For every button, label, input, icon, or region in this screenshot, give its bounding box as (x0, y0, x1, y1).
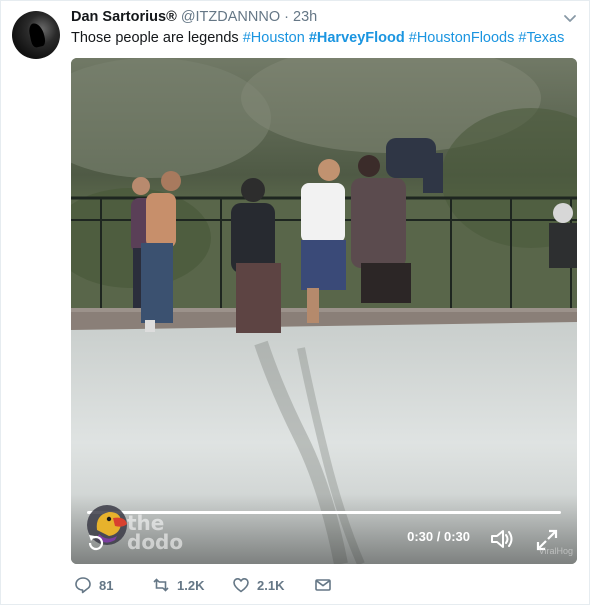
hashtag-harveyflood[interactable]: #HarveyFlood (309, 30, 405, 46)
video-controls: the dodo 0:30 / 0:30 ViralHog (71, 494, 577, 564)
retweet-action[interactable]: 1.2K (152, 576, 204, 594)
dm-action[interactable] (314, 576, 332, 594)
avatar[interactable] (12, 11, 60, 59)
tweet-time[interactable]: 23h (293, 9, 317, 25)
tweet-header: Dan Sartorius® @ITZDANNNO · 23h (71, 9, 317, 25)
tweet-text: Those people are legends #Houston #Harve… (71, 30, 564, 46)
separator-dot: · (284, 9, 289, 25)
tweet-actions: 81 1.2K 2.1K (74, 576, 334, 598)
volume-icon[interactable] (489, 526, 515, 552)
chevron-down-icon[interactable] (562, 12, 578, 26)
envelope-icon (315, 579, 331, 591)
hashtag-houston[interactable]: #Houston (243, 30, 305, 46)
like-count: 2.1K (257, 577, 285, 593)
video-player[interactable]: the dodo 0:30 / 0:30 ViralHog (71, 58, 577, 564)
reply-action[interactable]: 81 (74, 576, 113, 594)
replay-icon[interactable] (85, 532, 107, 554)
display-name[interactable]: Dan Sartorius® (71, 9, 177, 25)
user-handle[interactable]: @ITZDANNNO (181, 9, 280, 25)
person (549, 203, 577, 268)
retweet-icon (153, 578, 169, 592)
video-frame (71, 58, 577, 564)
heart-icon (233, 578, 249, 593)
reply-icon (75, 577, 91, 594)
hashtag-houstonfloods[interactable]: #HoustonFloods (409, 30, 515, 46)
video-timecode: 0:30 / 0:30 (407, 529, 470, 544)
video-credit: ViralHog (538, 546, 573, 556)
verified-mark: ® (166, 9, 177, 25)
watermark-line2: dodo (127, 530, 184, 554)
reply-count: 81 (99, 577, 114, 593)
hashtag-texas[interactable]: #Texas (518, 30, 564, 46)
like-action[interactable]: 2.1K (232, 576, 284, 594)
tweet-text-body: Those people are legends (71, 30, 239, 46)
retweet-count: 1.2K (177, 577, 205, 593)
watermark-text: the dodo (127, 513, 184, 554)
